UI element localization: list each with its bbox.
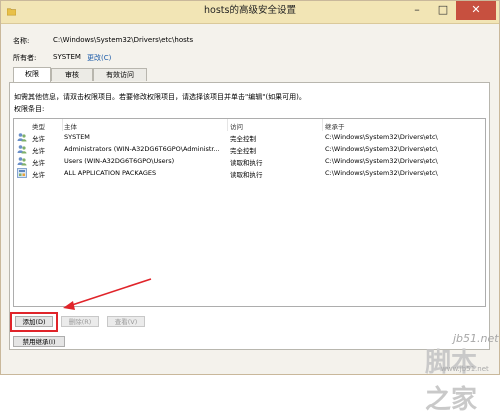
remove-button[interactable]: 删除(R) [61,316,99,327]
col-divider [62,119,63,131]
tab-effective-access[interactable]: 有效访问 [93,68,147,81]
tab-auditing[interactable]: 审核 [51,68,93,81]
tab-permissions[interactable]: 权限 [13,67,51,82]
close-button[interactable]: ✕ [456,1,496,20]
cell-type: 允许 [32,135,45,143]
maximize-button[interactable]: □ [430,1,456,20]
security-settings-window: hosts的高级安全设置 – □ ✕ 名称: C:\Windows\System… [0,0,500,415]
highlight-annotation [10,312,58,332]
cell-principal: Administrators (WIN-A32DG6T6GPO\Administ… [64,145,220,153]
table-row[interactable]: 允许 ALL APPLICATION PACKAGES 读取和执行 C:\Win… [14,167,485,179]
title-bar[interactable]: hosts的高级安全设置 – □ ✕ [1,1,499,24]
watermark-url: www.jb51.net [441,365,489,373]
cell-access: 完全控制 [230,147,256,155]
cell-access: 完全控制 [230,135,256,143]
cell-type: 允许 [32,147,45,155]
entries-label: 权限条目: [14,105,45,113]
users-icon [17,157,27,166]
col-divider [227,119,228,131]
cell-type: 允许 [32,171,45,179]
change-owner-link[interactable]: 更改(C) [87,53,111,63]
cell-inherited: C:\Windows\System32\Drivers\etc\ [325,169,438,177]
instructions-text: 如需其他信息，请双击权限项目。若要修改权限项目，请选择该项目并单击"编辑"(如果… [14,93,306,101]
cell-principal: SYSTEM [64,133,90,141]
table-row[interactable]: 允许 Users (WIN-A32DG6T6GPO\Users) 读取和执行 C… [14,155,485,167]
cell-principal: Users (WIN-A32DG6T6GPO\Users) [64,157,175,165]
users-icon [17,145,27,154]
col-header-inherited[interactable]: 继承于 [325,121,345,131]
cell-principal: ALL APPLICATION PACKAGES [64,169,157,177]
table-row[interactable]: 允许 SYSTEM 完全控制 C:\Windows\System32\Drive… [14,131,485,143]
minimize-button[interactable]: – [404,1,430,20]
owner-label: 所有者: [13,54,37,62]
watermark-logo: 脚本之家 [425,348,478,415]
cell-inherited: C:\Windows\System32\Drivers\etc\ [325,145,438,153]
users-icon [17,133,27,142]
cell-access: 读取和执行 [230,159,263,167]
col-header-type[interactable]: 类型 [32,121,45,131]
cell-access: 读取和执行 [230,171,263,179]
table-row[interactable]: 允许 Administrators (WIN-A32DG6T6GPO\Admin… [14,143,485,155]
cell-type: 允许 [32,159,45,167]
app-packages-icon [17,168,27,178]
cell-inherited: C:\Windows\System32\Drivers\etc\ [325,157,438,165]
col-divider [322,119,323,131]
permission-entries-table[interactable]: 类型 主体 访问 继承于 允许 SYSTEM 完全控制 C:\Windows\S… [13,118,486,307]
name-value: C:\Windows\System32\Drivers\etc\hosts [53,36,194,44]
col-header-principal[interactable]: 主体 [64,121,77,131]
owner-value: SYSTEM [53,53,81,61]
col-header-access[interactable]: 访问 [230,121,243,131]
name-label: 名称: [13,37,30,45]
cell-inherited: C:\Windows\System32\Drivers\etc\ [325,133,438,141]
disable-inheritance-button[interactable]: 禁用继承(I) [13,336,65,347]
view-button[interactable]: 查看(V) [107,316,145,327]
